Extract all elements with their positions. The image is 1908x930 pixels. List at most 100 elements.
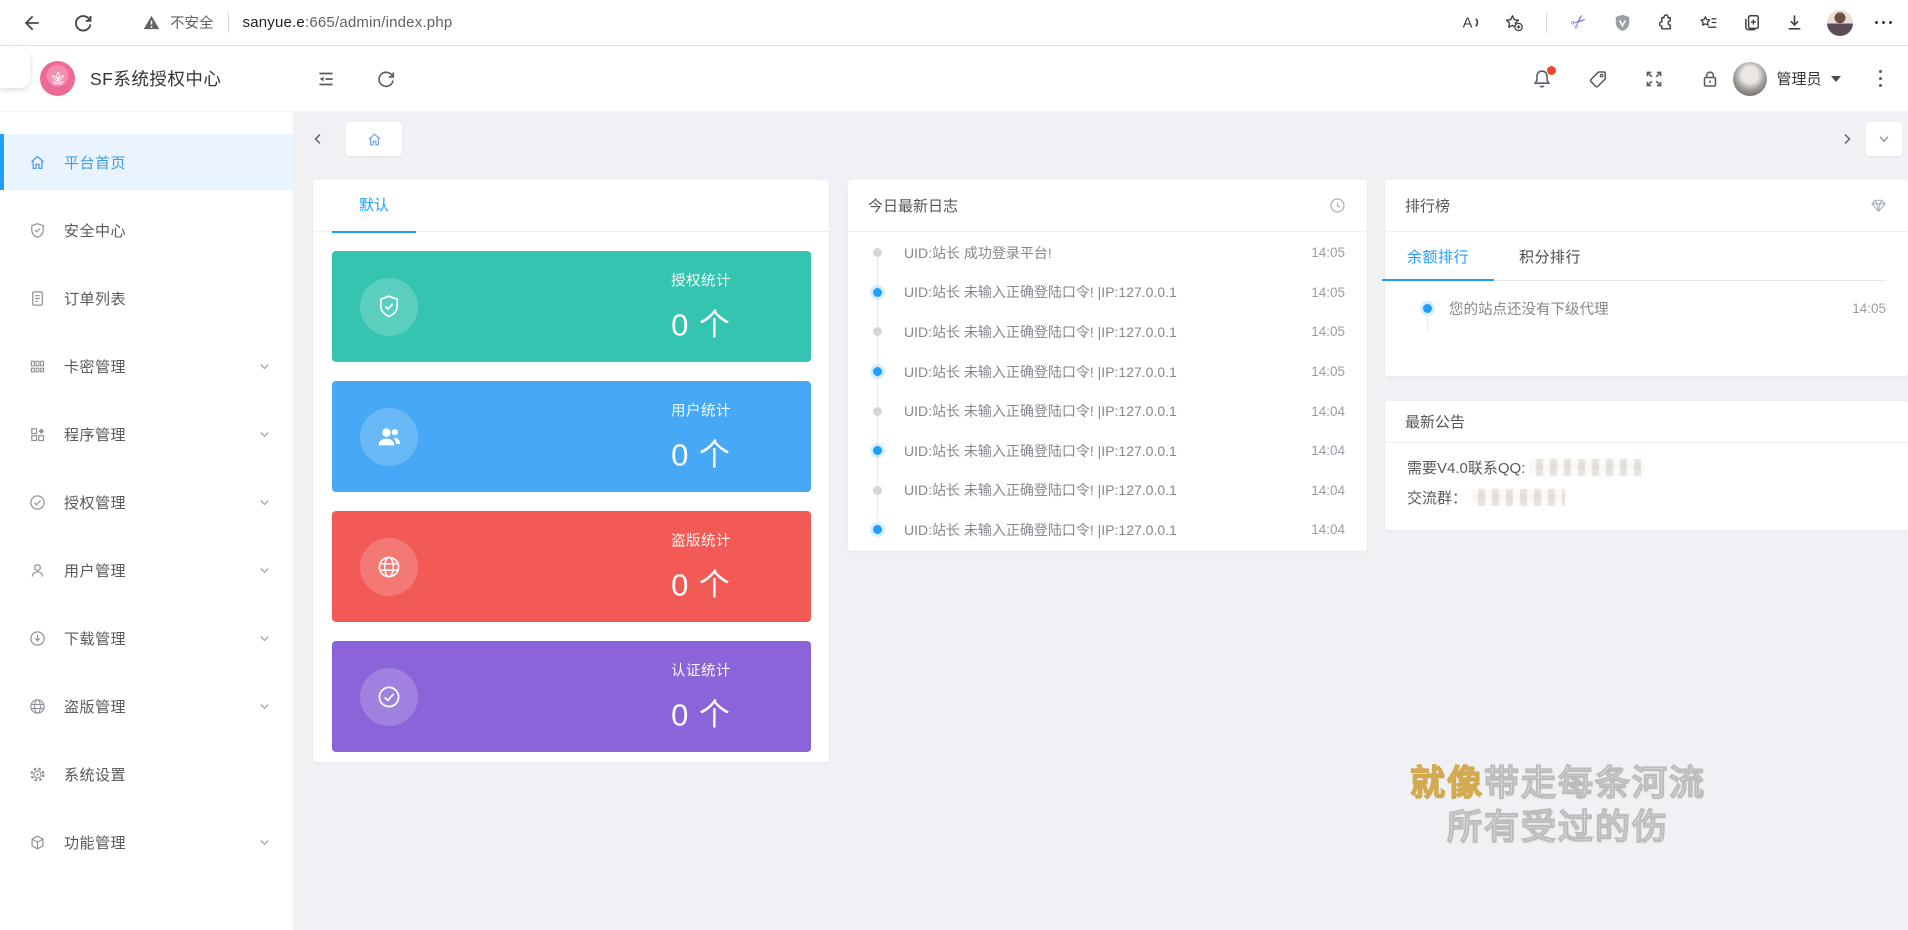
- browser-back-icon[interactable]: [20, 12, 42, 34]
- log-text: UID:站长 未输入正确登陆口令! |IP:127.0.0.1: [904, 401, 1301, 421]
- log-row: UID:站长 未输入正确登陆口令! |IP:127.0.0.1 14:04: [848, 391, 1367, 431]
- tabs-scroll-right-icon[interactable]: [1834, 122, 1860, 156]
- sidebar-item[interactable]: 用户管理: [0, 542, 293, 598]
- stat-icon-circle: [360, 408, 418, 466]
- address-bar[interactable]: sanyue.e:665/admin/index.php: [243, 14, 453, 31]
- ranking-time: 14:05: [1852, 301, 1886, 316]
- tab-home[interactable]: [346, 122, 402, 156]
- chevron-down-icon: [258, 428, 271, 441]
- brand: SF系统授权中心: [0, 61, 293, 96]
- add-favorite-star-icon[interactable]: [1503, 12, 1524, 33]
- sidebar-item[interactable]: 卡密管理: [0, 338, 293, 394]
- read-aloud-icon[interactable]: A: [1460, 12, 1481, 33]
- user-menu[interactable]: 管理员: [1733, 62, 1840, 96]
- stat-label: 认证统计: [643, 659, 759, 680]
- sidebar-item[interactable]: 功能管理: [0, 814, 293, 870]
- site-security-chip[interactable]: 不安全: [142, 12, 214, 33]
- log-panel-title: 今日最新日志: [868, 195, 958, 216]
- app-grid-icon: [28, 425, 47, 444]
- sidebar-item[interactable]: 授权管理: [0, 474, 293, 530]
- timeline-dot: [873, 248, 882, 257]
- extension-shield-icon[interactable]: [1612, 12, 1633, 33]
- home-icon: [28, 153, 47, 172]
- lotus-logo-icon: [40, 61, 75, 96]
- tab-points-ranking[interactable]: 积分排行: [1519, 246, 1581, 280]
- ranking-tabbar: 余额排行 积分排行: [1407, 232, 1886, 281]
- warning-triangle-icon: [142, 13, 161, 32]
- stat-label: 授权统计: [643, 269, 759, 290]
- ranking-text: 您的站点还没有下级代理: [1449, 298, 1852, 319]
- stat-card: 盗版统计 0 个: [332, 511, 811, 622]
- chevron-down-icon: [258, 360, 271, 373]
- timeline-dot: [873, 288, 882, 297]
- browser-menu-icon[interactable]: [1875, 12, 1893, 34]
- log-time: 14:04: [1311, 522, 1345, 537]
- document-icon: [28, 289, 47, 308]
- log-text: UID:站长 未输入正确登陆口令! |IP:127.0.0.1: [904, 362, 1301, 382]
- notifications-bell-icon[interactable]: [1531, 68, 1553, 90]
- tab-balance-ranking[interactable]: 余额排行: [1407, 246, 1469, 280]
- stat-value: 0 个: [643, 299, 759, 344]
- download-circle-icon: [28, 629, 47, 648]
- browser-refresh-icon[interactable]: [72, 12, 94, 34]
- cube-icon: [28, 833, 47, 852]
- page-refresh-icon[interactable]: [375, 68, 397, 90]
- web-capture-scissors-icon[interactable]: ✂: [1564, 8, 1594, 38]
- tabs-scroll-left-icon[interactable]: [305, 122, 331, 156]
- browser-chrome: 不安全 sanyue.e:665/admin/index.php A ✂: [0, 0, 1908, 46]
- user-name: 管理员: [1776, 68, 1821, 89]
- sidebar-item[interactable]: 订单列表: [0, 270, 293, 326]
- divider: [1546, 13, 1547, 33]
- log-row: UID:站长 成功登录平台! 14:05: [848, 233, 1367, 273]
- timeline-dot: [873, 486, 882, 495]
- log-time: 14:05: [1311, 245, 1345, 260]
- log-list: UID:站长 成功登录平台! 14:05 UID:站长 未输入正确登陆口令! |…: [848, 232, 1367, 550]
- downloads-icon[interactable]: [1784, 12, 1805, 33]
- sidebar-item[interactable]: 系统设置: [0, 746, 293, 802]
- favorites-list-icon[interactable]: [1698, 12, 1719, 33]
- chevron-down-icon: [258, 632, 271, 645]
- log-text: UID:站长 未输入正确登陆口令! |IP:127.0.0.1: [904, 441, 1301, 461]
- timeline-dot: [873, 407, 882, 416]
- log-time: 14:04: [1311, 443, 1345, 458]
- tabs-dropdown-icon[interactable]: [1866, 122, 1902, 156]
- sidebar-item[interactable]: 下载管理: [0, 610, 293, 666]
- sidebar-item[interactable]: 平台首页: [0, 134, 293, 190]
- log-row: UID:站长 未输入正确登陆口令! |IP:127.0.0.1 14:05: [848, 312, 1367, 352]
- sidebar-item[interactable]: 程序管理: [0, 406, 293, 462]
- stat-card: 认证统计 0 个: [332, 641, 811, 752]
- fullscreen-icon[interactable]: [1643, 68, 1665, 90]
- log-row: UID:站长 未输入正确登陆口令! |IP:127.0.0.1 14:05: [848, 352, 1367, 392]
- extensions-puzzle-icon[interactable]: [1655, 12, 1676, 33]
- lock-icon[interactable]: [1699, 68, 1721, 90]
- log-time: 14:05: [1311, 285, 1345, 300]
- sidebar-item[interactable]: 安全中心: [0, 202, 293, 258]
- collections-icon[interactable]: [1741, 12, 1762, 33]
- log-row: UID:站长 未输入正确登陆口令! |IP:127.0.0.1 14:05: [848, 273, 1367, 313]
- collapse-sidebar-icon[interactable]: [315, 68, 337, 90]
- stat-users-icon: [374, 422, 404, 452]
- url-host: sanyue.e: [243, 14, 305, 31]
- globe-icon: [28, 697, 47, 716]
- log-text: UID:站长 未输入正确登陆口令! |IP:127.0.0.1: [904, 282, 1301, 302]
- stat-cards: 授权统计 0 个 用户统计 0 个 盗版统计 0 个: [313, 232, 829, 752]
- subtitle-line-2: 所有受过的伤: [1408, 806, 1708, 850]
- sidebar-item[interactable]: 盗版管理: [0, 678, 293, 734]
- stat-check-icon: [374, 682, 404, 712]
- stat-label: 盗版统计: [643, 529, 759, 550]
- log-row: UID:站长 未输入正确登陆口令! |IP:127.0.0.1 14:04: [848, 510, 1367, 550]
- log-row: UID:站长 未输入正确登陆口令! |IP:127.0.0.1 14:04: [848, 431, 1367, 471]
- timeline-dot: [873, 367, 882, 376]
- browser-profile-avatar[interactable]: [1827, 10, 1853, 36]
- tag-icon[interactable]: [1587, 68, 1609, 90]
- tab-default[interactable]: 默认: [332, 180, 416, 232]
- stat-icon-circle: [360, 538, 418, 596]
- app-header: SF系统授权中心 管理员: [0, 46, 1908, 112]
- ranking-panel: 排行榜 余额排行 积分排行 您的站点还没有下级代理 14:05: [1385, 180, 1908, 376]
- check-circle-icon: [28, 493, 47, 512]
- log-text: UID:站长 未输入正确登陆口令! |IP:127.0.0.1: [904, 480, 1301, 500]
- log-time: 14:04: [1311, 404, 1345, 419]
- stat-card: 用户统计 0 个: [332, 381, 811, 492]
- more-options-icon[interactable]: [1875, 68, 1887, 90]
- log-row: UID:站长 未输入正确登陆口令! |IP:127.0.0.1 14:04: [848, 471, 1367, 511]
